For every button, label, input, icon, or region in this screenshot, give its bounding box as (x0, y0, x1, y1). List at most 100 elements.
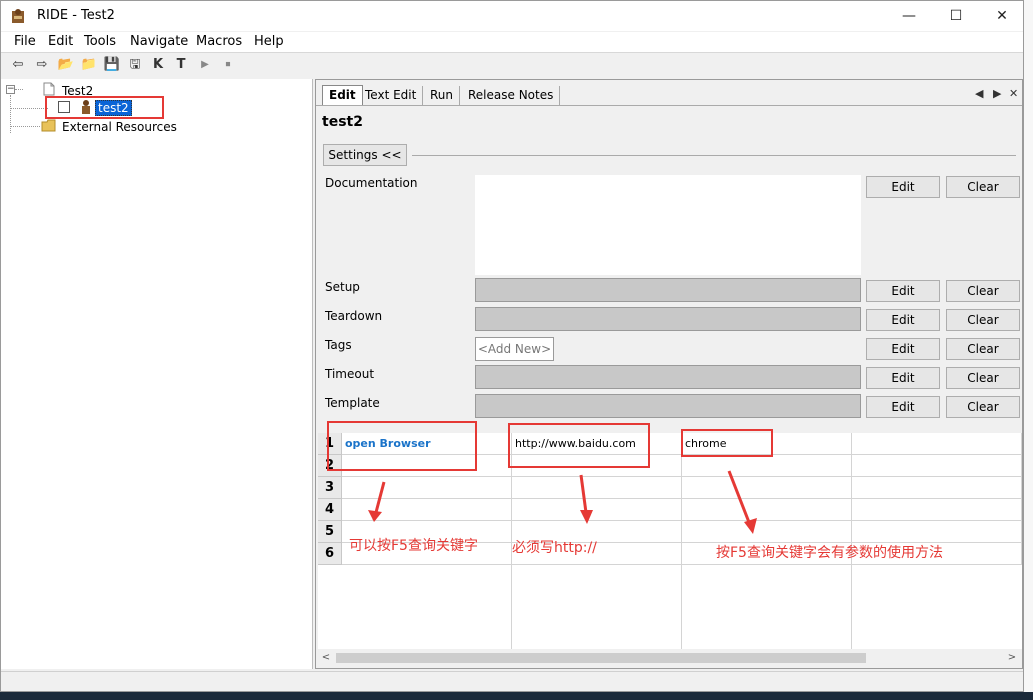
menu-edit[interactable]: Edit (48, 34, 73, 49)
title-bar: RIDE - Test2 — ☐ ✕ (1, 1, 1023, 31)
template-clear-button[interactable]: Clear (946, 396, 1020, 418)
grid-cell[interactable] (852, 455, 1022, 477)
settings-toggle-button[interactable]: Settings << (323, 144, 407, 166)
open-folder-icon[interactable]: 📁 (80, 56, 98, 74)
tree-connector (10, 95, 11, 133)
menu-help[interactable]: Help (254, 34, 284, 49)
menu-navigate[interactable]: Navigate (130, 34, 188, 49)
documentation-edit-button[interactable]: Edit (866, 176, 940, 198)
menu-macros[interactable]: Macros (196, 34, 242, 49)
back-arrow-icon[interactable]: ⇦ (9, 56, 27, 74)
search-test-icon[interactable]: T (172, 56, 190, 74)
grid-cell[interactable] (682, 455, 852, 477)
ride-app-icon (12, 9, 24, 23)
file-icon (43, 82, 55, 96)
forward-arrow-icon[interactable]: ⇨ (33, 56, 51, 74)
horizontal-scrollbar[interactable]: < > (318, 650, 1020, 666)
grid-cell[interactable] (342, 477, 512, 499)
scroll-right-icon[interactable]: > (1004, 650, 1020, 666)
timeout-edit-button[interactable]: Edit (866, 367, 940, 389)
tree-item-external-resources[interactable]: External Resources (62, 120, 177, 134)
grid-cell[interactable] (512, 477, 682, 499)
editor-pane: Edit Text Edit Run Release Notes ◀ ▶ ✕ t… (315, 79, 1023, 669)
grid-cell[interactable] (852, 433, 1022, 455)
search-keyword-icon[interactable]: K (149, 56, 167, 74)
grid-cell[interactable] (342, 499, 512, 521)
setup-clear-button[interactable]: Clear (946, 280, 1020, 302)
tree-item-test2-suite[interactable]: Test2 (62, 84, 93, 98)
teardown-field[interactable] (475, 307, 861, 331)
scroll-left-icon[interactable]: < (318, 650, 334, 666)
tags-add-new-field[interactable]: <Add New> (475, 337, 554, 361)
cell-argument-browser[interactable]: chrome (682, 433, 852, 455)
row-header[interactable]: 1 (318, 433, 342, 455)
timeout-field[interactable] (475, 365, 861, 389)
setup-label: Setup (325, 280, 360, 294)
tab-bar: Edit Text Edit Run Release Notes ◀ ▶ ✕ (316, 80, 1022, 106)
timeout-label: Timeout (325, 367, 375, 381)
window-title: RIDE - Test2 (37, 8, 115, 23)
stop-icon[interactable]: ⏹ (219, 56, 237, 74)
documentation-clear-button[interactable]: Clear (946, 176, 1020, 198)
minimize-button[interactable]: — (886, 1, 932, 31)
row-header[interactable]: 4 (318, 499, 342, 521)
save-icon[interactable]: 💾 (103, 56, 121, 74)
teardown-label: Teardown (325, 309, 383, 323)
tags-clear-button[interactable]: Clear (946, 338, 1020, 360)
tab-edit[interactable]: Edit (322, 85, 363, 105)
timeout-clear-button[interactable]: Clear (946, 367, 1020, 389)
template-label: Template (325, 396, 380, 410)
documentation-field[interactable] (475, 175, 861, 275)
tab-run[interactable]: Run (424, 86, 461, 106)
tab-release-notes[interactable]: Release Notes (462, 86, 561, 106)
setup-field[interactable] (475, 278, 861, 302)
tree-connector (10, 126, 40, 127)
run-icon[interactable]: ▶ (196, 56, 214, 74)
row-header[interactable]: 2 (318, 455, 342, 477)
settings-divider (412, 155, 1016, 156)
tree-connector (10, 108, 48, 109)
status-bar (1, 671, 1023, 691)
row-header[interactable]: 6 (318, 543, 342, 565)
grid-cell[interactable] (682, 499, 852, 521)
grid-cell[interactable] (852, 499, 1022, 521)
folder-icon (41, 119, 56, 132)
grid-cell[interactable] (342, 455, 512, 477)
save-all-icon[interactable]: 🖫 (126, 56, 144, 74)
tab-next-icon[interactable]: ▶ (993, 87, 1001, 100)
scroll-thumb[interactable] (336, 653, 866, 663)
template-field[interactable] (475, 394, 861, 418)
tree-item-test2[interactable]: test2 (95, 100, 132, 116)
test-checkbox[interactable] (58, 101, 70, 113)
grid-cell[interactable] (512, 499, 682, 521)
menu-file[interactable]: File (14, 34, 36, 49)
menu-bar: File Edit Tools Navigate Macros Help (1, 32, 1023, 53)
collapse-toggle-icon[interactable]: − (6, 85, 15, 94)
grid-cell[interactable] (852, 521, 1022, 543)
row-header[interactable]: 3 (318, 477, 342, 499)
setup-edit-button[interactable]: Edit (866, 280, 940, 302)
close-window-button[interactable]: ✕ (979, 1, 1025, 31)
tab-prev-icon[interactable]: ◀ (975, 87, 983, 100)
template-edit-button[interactable]: Edit (866, 396, 940, 418)
maximize-button[interactable]: ☐ (933, 1, 979, 31)
row-header[interactable]: 5 (318, 521, 342, 543)
annotation-note-f5-args: 按F5查询关键字会有参数的使用方法 (716, 545, 943, 561)
open-directory-icon[interactable]: 📂 (57, 56, 75, 74)
grid-column-line (342, 565, 512, 649)
menu-tools[interactable]: Tools (84, 34, 116, 49)
tab-text-edit[interactable]: Text Edit (359, 86, 424, 106)
teardown-edit-button[interactable]: Edit (866, 309, 940, 331)
tab-close-icon[interactable]: ✕ (1009, 87, 1018, 100)
grid-cell[interactable] (682, 477, 852, 499)
grid-cell[interactable] (512, 455, 682, 477)
cell-argument-url[interactable]: http://www.baidu.com (512, 433, 682, 455)
grid-cell[interactable] (852, 477, 1022, 499)
project-tree: − Test2 test2 External Resources (1, 79, 313, 669)
tags-edit-button[interactable]: Edit (866, 338, 940, 360)
toolbar: ⇦ ⇨ 📂 📁 💾 🖫 K T ▶ ⏹ (1, 53, 1023, 77)
grid-cell[interactable] (682, 521, 852, 543)
grid-column-line (512, 565, 682, 649)
cell-keyword[interactable]: open Browser (342, 433, 512, 455)
teardown-clear-button[interactable]: Clear (946, 309, 1020, 331)
